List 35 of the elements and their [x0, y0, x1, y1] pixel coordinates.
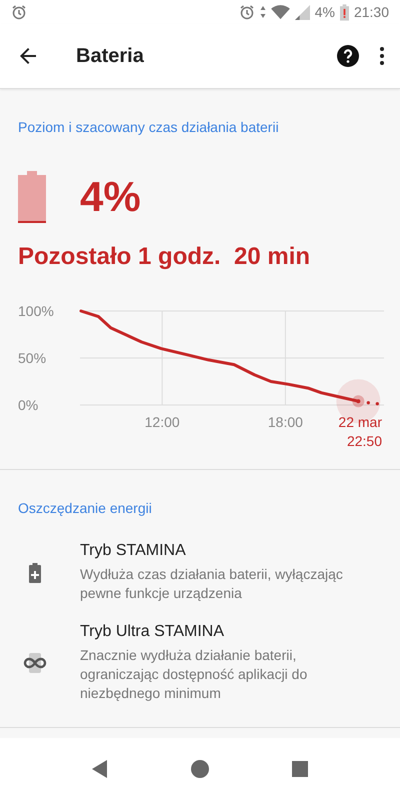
- end-date-label: 22 mar: [338, 414, 382, 430]
- x-axis-label: 18:00: [268, 414, 303, 430]
- battery-alert-icon: [340, 4, 349, 20]
- clock: 21:30: [354, 4, 389, 20]
- y-axis-label: 50%: [18, 350, 46, 366]
- wifi-icon: [270, 4, 290, 20]
- more-icon: [380, 47, 384, 65]
- page-title: Bateria: [76, 44, 144, 68]
- item-title: Tryb STAMINA: [80, 542, 187, 560]
- data-arrows-icon: [260, 5, 266, 19]
- end-time-label: 22:50: [346, 433, 382, 449]
- battery-percent-large: 4%: [80, 173, 141, 221]
- battery-percent: 4%: [314, 4, 335, 20]
- y-axis-label: 100%: [18, 303, 54, 319]
- battery-icon: [18, 171, 46, 223]
- section-heading: Poziom i szacowany czas działania baterii: [17, 119, 280, 135]
- setting-item[interactable]: Tryb Ultra STAMINA Znacznie wydłuża działanie baterii, ograniczając dostępność aplikacji do niezbędnego minimum: [0, 613, 400, 713]
- square-icon: [290, 759, 310, 779]
- infinity-battery-icon: [22, 653, 48, 673]
- triangle-icon: [90, 759, 110, 779]
- alarm-icon: [11, 4, 27, 20]
- item-description: Wydłuża czas działania baterii, wyłączając pewne funkcje urządzenia: [80, 565, 344, 603]
- x-axis-label: 12:00: [144, 414, 180, 430]
- battery-plus-icon: [29, 562, 41, 582]
- forecast-dots: [366, 401, 379, 406]
- section-heading: Oszczędzanie energii: [17, 500, 153, 516]
- help-icon: [336, 44, 360, 68]
- item-description: Znacznie wydłuża działanie baterii, ograniczając dostępność aplikacji do niezbędnego minimum: [80, 646, 308, 703]
- remaining-time: Pozostało 1 godz. 20 min: [17, 242, 312, 271]
- alarm-icon: [238, 4, 255, 20]
- item-title: Tryb Ultra STAMINA: [80, 623, 226, 641]
- signal-icon: [294, 4, 310, 20]
- setting-item[interactable]: Tryb STAMINA Wydłuża czas działania baterii, wyłączając pewne funkcje urządzenia: [0, 532, 400, 613]
- y-axis-label: 0%: [18, 397, 38, 413]
- circle-icon: [190, 759, 210, 779]
